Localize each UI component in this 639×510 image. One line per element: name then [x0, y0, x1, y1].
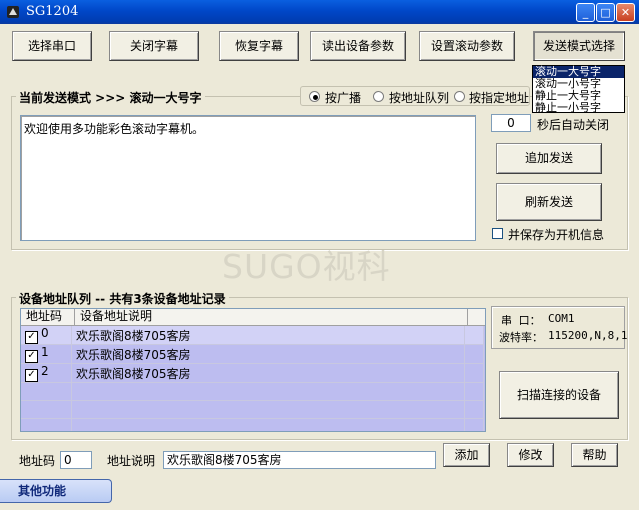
- baud-value: 115200,N,8,1: [548, 329, 628, 342]
- cell-code: ✓ 2: [21, 363, 72, 383]
- table-row[interactable]: ✓ 1 欢乐歌阁8楼705客房: [21, 344, 484, 364]
- scan-devices-button[interactable]: 扫描连接的设备: [499, 371, 619, 419]
- addr-code-input[interactable]: 0: [60, 451, 92, 469]
- addr-desc-label: 地址说明: [107, 454, 156, 468]
- address-table[interactable]: 地址码 设备地址说明 ✓ 0 欢乐歌阁8楼705客房 ✓ 1 欢乐歌阁8楼705客房 ✓ 2 欢…: [20, 308, 486, 432]
- auto-close-seconds-input[interactable]: 0: [491, 114, 531, 132]
- maximize-icon[interactable]: □: [596, 3, 615, 22]
- addr-code-label: 地址码: [19, 454, 56, 468]
- read-device-params-button[interactable]: 读出设备参数: [310, 31, 406, 61]
- title-bar[interactable]: SG1204 _ □ ✕: [0, 0, 639, 24]
- minimize-icon[interactable]: _: [576, 3, 595, 22]
- address-queue-legend: 设备地址队列 -- 共有3条设备地址记录: [16, 290, 229, 307]
- close-icon[interactable]: ✕: [616, 3, 635, 22]
- send-mode-dropdown-list[interactable]: 滚动一大号字 滚动一小号字 静止一大号字 静止一小号字: [532, 65, 625, 114]
- col-header-desc[interactable]: 设备地址说明: [75, 309, 468, 325]
- table-header: 地址码 设备地址说明: [21, 309, 485, 326]
- modify-button[interactable]: 修改: [507, 443, 554, 467]
- cell-code: ✓ 1: [21, 344, 72, 364]
- other-functions-tab[interactable]: 其他功能: [0, 479, 112, 503]
- serial-info-panel: 串 口： COM1 波特率： 115200,N,8,1: [491, 306, 628, 349]
- message-text: 欢迎使用多功能彩色滚动字幕机。: [24, 122, 205, 136]
- select-port-button[interactable]: 选择串口: [12, 31, 92, 61]
- address-table-body: ✓ 0 欢乐歌阁8楼705客房 ✓ 1 欢乐歌阁8楼705客房 ✓ 2 欢乐歌阁8楼705客房: [21, 326, 484, 431]
- add-button[interactable]: 添加: [443, 443, 490, 467]
- col-header-code[interactable]: 地址码: [21, 309, 75, 325]
- refresh-send-button[interactable]: 刷新发送: [496, 183, 602, 221]
- cell-code: ✓ 0: [21, 326, 72, 345]
- watermark-text: SUGO视科: [222, 247, 391, 286]
- port-label: 串 口：: [501, 314, 541, 327]
- row-checkbox[interactable]: ✓: [25, 331, 38, 344]
- radio-address-queue-label: 按地址队列: [389, 91, 450, 105]
- radio-address-queue[interactable]: [373, 91, 384, 102]
- send-mode-select-button[interactable]: 发送模式选择: [533, 31, 625, 61]
- row-desc: 欢乐歌阁8楼705客房: [71, 344, 465, 364]
- radio-broadcast-label: 按广播: [325, 91, 362, 105]
- row-checkbox[interactable]: ✓: [25, 369, 38, 382]
- table-row[interactable]: ✓ 2 欢乐歌阁8楼705客房: [21, 363, 484, 383]
- row-code: 2: [41, 364, 49, 378]
- empty-table-row[interactable]: [21, 400, 484, 419]
- send-mode-option[interactable]: 静止一小号字: [533, 102, 624, 114]
- empty-table-row[interactable]: [21, 418, 484, 431]
- baud-label: 波特率：: [499, 331, 543, 344]
- row-checkbox[interactable]: ✓: [25, 350, 38, 363]
- row-code: 1: [41, 345, 49, 359]
- app-icon: [7, 6, 19, 18]
- help-button[interactable]: 帮助: [571, 443, 618, 467]
- port-value: COM1: [548, 312, 575, 325]
- radio-specific-address-label: 按指定地址: [469, 91, 529, 105]
- radio-specific-address[interactable]: [454, 91, 465, 102]
- auto-close-label: 秒后自动关闭: [537, 118, 610, 132]
- message-textarea[interactable]: 欢迎使用多功能彩色滚动字幕机。: [20, 115, 476, 241]
- append-send-button[interactable]: 追加发送: [496, 143, 602, 174]
- window-title: SG1204: [26, 4, 79, 19]
- row-code: 0: [41, 326, 49, 340]
- close-subtitle-button[interactable]: 关闭字幕: [109, 31, 199, 61]
- save-as-boot-checkbox[interactable]: [492, 228, 503, 239]
- row-desc: 欢乐歌阁8楼705客房: [71, 326, 465, 345]
- radio-broadcast[interactable]: [309, 91, 320, 102]
- empty-table-row[interactable]: [21, 382, 484, 401]
- set-scroll-params-button[interactable]: 设置滚动参数: [419, 31, 515, 61]
- save-as-boot-label: 并保存为开机信息: [508, 228, 605, 242]
- send-mode-legend: 当前发送模式 >>> 滚动一大号字: [16, 89, 205, 106]
- row-desc: 欢乐歌阁8楼705客房: [71, 363, 465, 383]
- table-row[interactable]: ✓ 0 欢乐歌阁8楼705客房: [21, 326, 484, 345]
- restore-subtitle-button[interactable]: 恢复字幕: [219, 31, 299, 61]
- addr-desc-input[interactable]: 欢乐歌阁8楼705客房: [163, 451, 436, 469]
